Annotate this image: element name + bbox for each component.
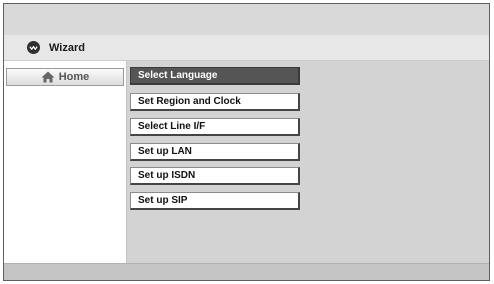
home-icon xyxy=(41,71,55,83)
content-panel: Select Language Set Region and Clock Sel… xyxy=(127,61,489,264)
status-bar xyxy=(4,263,489,280)
title-bar: Wizard xyxy=(4,35,489,61)
home-label: Home xyxy=(58,71,90,83)
set-up-sip-button[interactable]: Set up SIP xyxy=(130,192,300,210)
sidebar: Home xyxy=(4,61,127,264)
top-strip xyxy=(4,4,489,35)
set-region-clock-button[interactable]: Set Region and Clock xyxy=(130,93,300,111)
select-language-button[interactable]: Select Language xyxy=(130,67,300,85)
set-up-lan-button[interactable]: Set up LAN xyxy=(130,143,300,161)
page-title: Wizard xyxy=(49,41,85,54)
home-button[interactable]: Home xyxy=(6,68,124,86)
wizard-screen: Wizard Home Select Language Set Region a… xyxy=(3,3,490,281)
wizard-icon xyxy=(27,41,40,54)
set-up-isdn-button[interactable]: Set up ISDN xyxy=(130,167,300,185)
select-line-if-button[interactable]: Select Line I/F xyxy=(130,118,300,136)
